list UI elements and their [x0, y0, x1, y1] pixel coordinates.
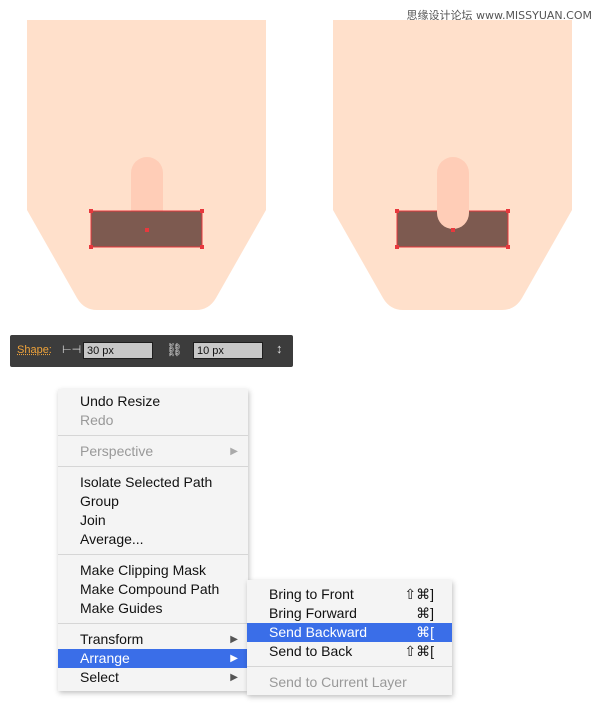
- menu-item-label: Make Compound Path: [80, 581, 220, 597]
- menu-item-arrange[interactable]: Arrange ▶: [58, 649, 248, 668]
- menu-item-label: Send to Current Layer: [269, 674, 407, 690]
- menu-item-transform[interactable]: Transform ▶: [58, 630, 248, 649]
- submenu-arrow-icon: ▶: [230, 634, 238, 645]
- width-icon: ⊢⊣: [62, 344, 82, 356]
- menu-item-label: Transform: [80, 631, 144, 647]
- menu-item-join[interactable]: Join: [58, 511, 248, 530]
- menu-item-isolate-selected-path[interactable]: Isolate Selected Path: [58, 473, 248, 492]
- width-field[interactable]: 30 px: [83, 342, 153, 359]
- shortcut-label: ⌘]: [416, 605, 434, 621]
- submenu-arrow-icon: ▶: [230, 672, 238, 683]
- arrange-submenu: Bring to Front ⇧⌘] Bring Forward ⌘] Send B…: [247, 580, 452, 695]
- menu-item-label: Send to Back: [269, 643, 353, 659]
- submenu-item-send-to-current-layer: Send to Current Layer: [247, 673, 452, 692]
- menu-divider: [58, 554, 248, 555]
- menu-item-label: Join: [80, 512, 106, 528]
- shortcut-label: ⇧⌘[: [404, 643, 434, 659]
- artboard: [27, 20, 572, 310]
- menu-divider: [247, 666, 452, 667]
- menu-item-label: Undo Resize: [80, 393, 161, 409]
- menu-item-label: Arrange: [80, 650, 130, 666]
- menu-item-label: Perspective: [80, 443, 154, 459]
- height-icon: ↕: [276, 341, 283, 356]
- menu-divider: [58, 623, 248, 624]
- menu-item-label: Average...: [80, 531, 144, 547]
- menu-item-label: Bring to Front: [269, 586, 354, 602]
- shape-toolbar: Shape: ⊢⊣ 30 px ⛓ 10 px ↕: [10, 335, 293, 367]
- submenu-arrow-icon: ▶: [230, 653, 238, 664]
- menu-item-make-guides[interactable]: Make Guides: [58, 599, 248, 618]
- shape-label[interactable]: Shape:: [17, 344, 52, 356]
- shortcut-label: ⇧⌘]: [404, 586, 434, 602]
- menu-item-label: Select: [80, 669, 119, 685]
- shortcut-label: ⌘[: [416, 624, 434, 640]
- submenu-item-bring-forward[interactable]: Bring Forward ⌘]: [247, 604, 452, 623]
- menu-item-redo: Redo: [58, 411, 248, 430]
- menu-item-label: Isolate Selected Path: [80, 474, 213, 490]
- submenu-item-send-to-back[interactable]: Send to Back ⇧⌘[: [247, 642, 452, 661]
- link-icon[interactable]: ⛓: [166, 342, 183, 358]
- menu-divider: [58, 466, 248, 467]
- menu-item-make-clipping-mask[interactable]: Make Clipping Mask: [58, 561, 248, 580]
- menu-item-average[interactable]: Average...: [58, 530, 248, 549]
- menu-item-group[interactable]: Group: [58, 492, 248, 511]
- menu-item-label: Redo: [80, 412, 114, 428]
- menu-item-label: Group: [80, 493, 119, 509]
- menu-item-label: Bring Forward: [269, 605, 357, 621]
- submenu-item-bring-to-front[interactable]: Bring to Front ⇧⌘]: [247, 585, 452, 604]
- height-field[interactable]: 10 px: [193, 342, 263, 359]
- menu-item-perspective: Perspective ▶: [58, 442, 248, 461]
- tongue-right: [437, 157, 469, 229]
- menu-item-undo-resize[interactable]: Undo Resize: [58, 392, 248, 411]
- menu-item-label: Make Guides: [80, 600, 163, 616]
- menu-item-label: Make Clipping Mask: [80, 562, 207, 578]
- submenu-item-send-backward[interactable]: Send Backward ⌘[: [247, 623, 452, 642]
- submenu-arrow-icon: ▶: [230, 446, 238, 457]
- context-menu: Undo Resize Redo Perspective ▶ Isolate Se…: [58, 389, 248, 691]
- menu-item-select[interactable]: Select ▶: [58, 668, 248, 687]
- menu-divider: [58, 435, 248, 436]
- menu-item-label: Send Backward: [269, 624, 368, 640]
- menu-item-make-compound-path[interactable]: Make Compound Path: [58, 580, 248, 599]
